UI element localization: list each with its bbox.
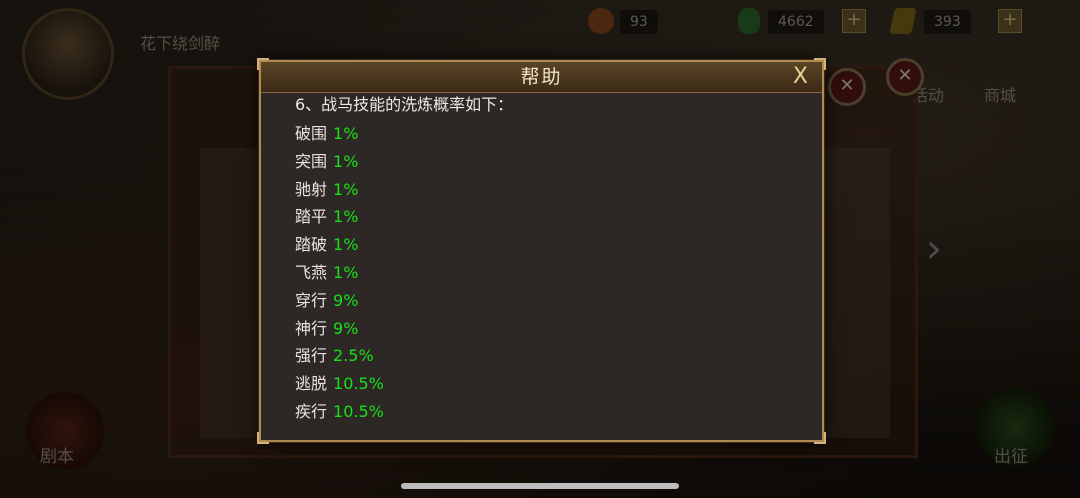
home-indicator[interactable] bbox=[401, 483, 679, 489]
skill-rate-row: 踏破 1% bbox=[295, 231, 802, 259]
skill-name: 疾行 bbox=[295, 401, 328, 421]
skill-name: 驰射 bbox=[295, 179, 328, 199]
skill-name: 逃脱 bbox=[295, 374, 328, 394]
skill-name: 突围 bbox=[295, 151, 328, 171]
dialog-title: 帮助 bbox=[520, 66, 563, 88]
skill-rate-row: 飞燕 1% bbox=[295, 259, 802, 287]
skill-rate: 1% bbox=[333, 235, 359, 255]
skill-name: 破围 bbox=[295, 124, 328, 143]
help-intro-text: 6、战马技能的洗炼概率如下： bbox=[295, 95, 514, 114]
skill-rate: 10.5% bbox=[333, 401, 384, 421]
skill-name: 强行 bbox=[295, 346, 328, 366]
close-button[interactable]: X bbox=[793, 64, 808, 90]
skill-rate-row: 驰射 1% bbox=[295, 176, 802, 204]
skill-rate-row: 强行 2.5% bbox=[295, 342, 802, 370]
help-content[interactable]: 6、战马技能的洗炼概率如下： 破围 1% 突围 1% 驰射 1% 踏平 1% 踏破 1% … bbox=[295, 93, 802, 426]
dialog-corner-ornament bbox=[814, 432, 826, 444]
dialog-corner-ornament bbox=[257, 432, 269, 444]
skill-rate-row: 疾行 10.5% bbox=[295, 398, 802, 426]
help-dialog: 帮助 X 6、战马技能的洗炼概率如下： 破围 1% 突围 1% 驰射 1% 踏平 1% … bbox=[257, 58, 826, 444]
skill-rate-row: 踏平 1% bbox=[295, 203, 802, 231]
skill-name: 踏破 bbox=[295, 235, 328, 255]
skill-rate-row: 逃脱 10.5% bbox=[295, 370, 802, 398]
skill-name: 神行 bbox=[295, 318, 328, 338]
skill-rate-row: 破围 1% bbox=[295, 120, 802, 148]
skill-rate: 1% bbox=[333, 262, 359, 282]
skill-rate: 9% bbox=[333, 290, 359, 310]
dialog-header: 帮助 X bbox=[261, 62, 822, 93]
skill-rate: 10.5% bbox=[333, 374, 384, 394]
skill-name: 穿行 bbox=[295, 290, 328, 310]
skill-rate: 1% bbox=[333, 124, 359, 143]
skill-name: 飞燕 bbox=[295, 262, 328, 282]
skill-rate: 9% bbox=[333, 318, 359, 338]
skill-rate: 1% bbox=[333, 207, 359, 227]
skill-rate: 1% bbox=[333, 179, 359, 199]
skill-rate: 2.5% bbox=[333, 346, 374, 366]
skill-rate-row: 神行 9% bbox=[295, 315, 802, 343]
skill-rate-row: 突围 1% bbox=[295, 148, 802, 176]
skill-rate-row: 穿行 9% bbox=[295, 287, 802, 315]
skill-rate: 1% bbox=[333, 151, 359, 171]
skill-name: 踏平 bbox=[295, 207, 328, 227]
